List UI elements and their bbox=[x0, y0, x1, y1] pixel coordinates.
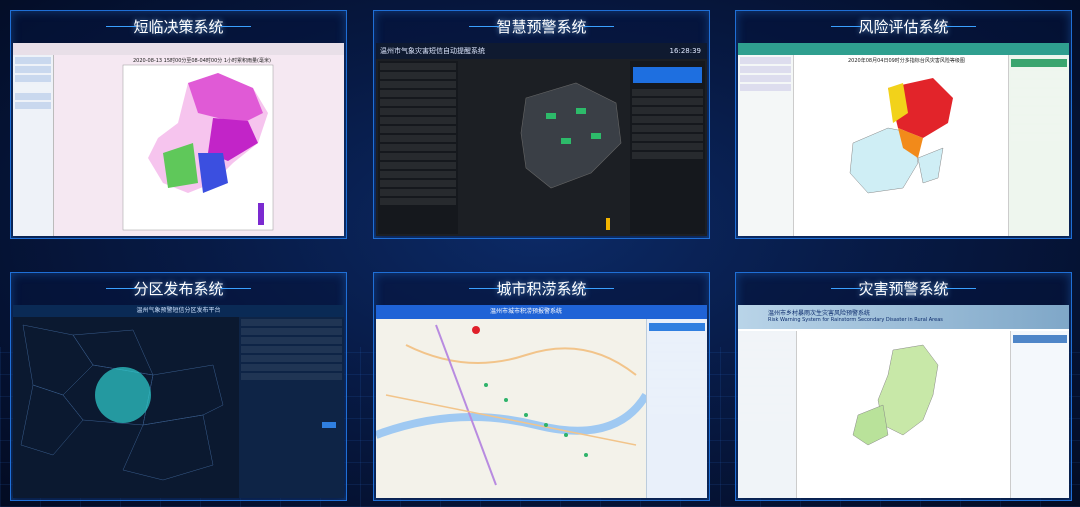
form-panel bbox=[239, 317, 344, 498]
screenshot-disaster-warning: 温州市乡村暴雨次生灾害风险预警系统 Risk Warning System fo… bbox=[738, 305, 1069, 498]
card-smart-warning[interactable]: 智慧预警系统 温州市气象灾害短信自动提醒系统 16:28:39 bbox=[373, 10, 710, 239]
card-risk-assessment[interactable]: 风险评估系统 2020年08月04日09时分多指标台风灾害风险等级图 bbox=[735, 10, 1072, 239]
card-title: 分区发布系统 bbox=[11, 273, 346, 305]
card-zone-release[interactable]: 分区发布系统 温州气象预警短信分区发布平台 bbox=[10, 272, 347, 501]
screenshot-waterlogging: 温州市城市积涝预报警系统 bbox=[376, 305, 707, 498]
card-title: 城市积涝系统 bbox=[374, 273, 709, 305]
card-title: 风险评估系统 bbox=[736, 11, 1071, 43]
screenshot-nowcast: 2020-08-13 15时00分至08-04时00分 1小时累积雨量(毫米) bbox=[13, 43, 344, 236]
card-title: 智慧预警系统 bbox=[374, 11, 709, 43]
rainfall-map bbox=[122, 64, 274, 231]
alert-panel bbox=[630, 61, 705, 234]
screenshot-zone-release: 温州气象预警短信分区发布平台 bbox=[13, 305, 344, 498]
card-title: 灾害预警系统 bbox=[736, 273, 1071, 305]
card-title: 短临决策系统 bbox=[11, 11, 346, 43]
side-panel bbox=[646, 319, 707, 498]
info-panel bbox=[1010, 331, 1069, 498]
right-table bbox=[1008, 55, 1069, 236]
card-urban-waterlogging[interactable]: 城市积涝系统 温州市城市积涝预报警系统 bbox=[373, 272, 710, 501]
card-nowcast-decision[interactable]: 短临决策系统 2020-08-13 15时00分至08-04时00分 1小时累积… bbox=[10, 10, 347, 239]
screenshot-smart-warning: 温州市气象灾害短信自动提醒系统 16:28:39 bbox=[376, 43, 707, 236]
card-disaster-warning[interactable]: 灾害预警系统 温州市乡村暴雨次生灾害风险预警系统 Risk Warning Sy… bbox=[735, 272, 1072, 501]
screenshot-risk: 2020年08月04日09时分多指标台风灾害风险等级图 bbox=[738, 43, 1069, 236]
